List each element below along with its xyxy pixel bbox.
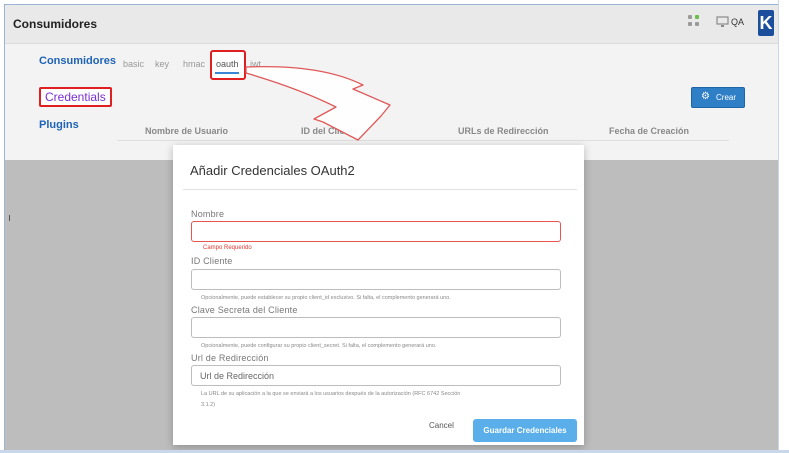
window-edge-right (778, 0, 779, 453)
name-field[interactable] (191, 221, 561, 242)
client-secret-field[interactable] (191, 317, 561, 338)
cancel-button[interactable]: Cancel (429, 421, 454, 430)
redirect-url-help-cont: 3.1.2) (201, 402, 216, 408)
app-window: Consumidores QA K Consumidores Credentia… (4, 4, 779, 451)
dialog-divider (183, 189, 577, 190)
redirect-url-field[interactable] (191, 365, 561, 386)
client-id-help: Opcionalmente, puede establecer su propi… (201, 295, 451, 301)
save-credentials-button[interactable]: Guardar Credenciales (473, 419, 577, 442)
client-id-label: ID Cliente (191, 256, 233, 266)
redirect-url-help: La URL de su aplicación a la que se envi… (201, 391, 461, 397)
dialog-title: Añadir Credenciales OAuth2 (190, 163, 355, 178)
side-marker (9, 215, 10, 221)
add-oauth2-credentials-dialog: Añadir Credenciales OAuth2 Nombre Campo … (173, 145, 584, 445)
name-error-text: Campo Requerido (203, 245, 252, 251)
client-id-field[interactable] (191, 269, 561, 290)
redirect-url-label: Url de Redirección (191, 353, 269, 363)
client-secret-label: Clave Secreta del Cliente (191, 305, 298, 315)
client-secret-help: Opcionalmente, puede configurar su propi… (201, 343, 437, 349)
name-label: Nombre (191, 209, 225, 219)
